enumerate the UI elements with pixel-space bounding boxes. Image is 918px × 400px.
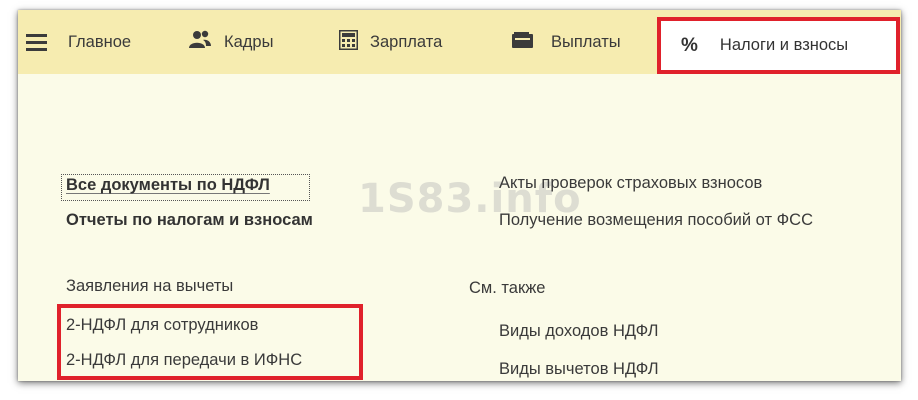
section-personnel[interactable]: Кадры [188,10,273,74]
link-fss-reimbursement[interactable]: Получение возмещения пособий от ФСС [499,211,813,230]
link-ndfl-deduction-types[interactable]: Виды вычетов НДФЛ [499,360,659,379]
section-salary-label: Зарплата [370,32,443,51]
section-personnel-label: Кадры [224,32,274,51]
hamburger-icon[interactable] [26,34,47,51]
section-main[interactable]: Главное [68,10,131,74]
people-icon [188,30,212,55]
link-all-ndfl-documents[interactable]: Все документы по НДФЛ [66,176,270,195]
app-window: Главное Кадры Зарплата Выплаты % Налоги … [18,10,901,381]
link-deduction-applications[interactable]: Заявления на вычеты [66,277,233,296]
wallet-icon [512,31,533,53]
section-taxes-label: Налоги и взносы [719,36,849,54]
section-salary[interactable]: Зарплата [338,10,443,74]
link-2ndfl-employees[interactable]: 2-НДФЛ для сотрудников [66,316,258,335]
section-payments[interactable]: Выплаты [512,10,621,74]
link-ndfl-income-types[interactable]: Виды доходов НДФЛ [499,322,659,341]
link-tax-reports[interactable]: Отчеты по налогам и взносам [66,211,313,230]
calculator-icon [338,29,359,55]
see-also-heading: См. также [469,279,546,297]
section-taxes-active[interactable]: % Налоги и взносы [657,17,900,74]
link-insurance-audit-acts[interactable]: Акты проверок страховых взносов [499,174,762,193]
link-2ndfl-ifns[interactable]: 2-НДФЛ для передачи в ИФНС [66,351,302,370]
section-payments-label: Выплаты [551,32,621,51]
section-main-label: Главное [68,32,132,51]
percent-icon: % [681,34,698,56]
section-panel: Главное Кадры Зарплата Выплаты % Налоги … [18,10,901,74]
